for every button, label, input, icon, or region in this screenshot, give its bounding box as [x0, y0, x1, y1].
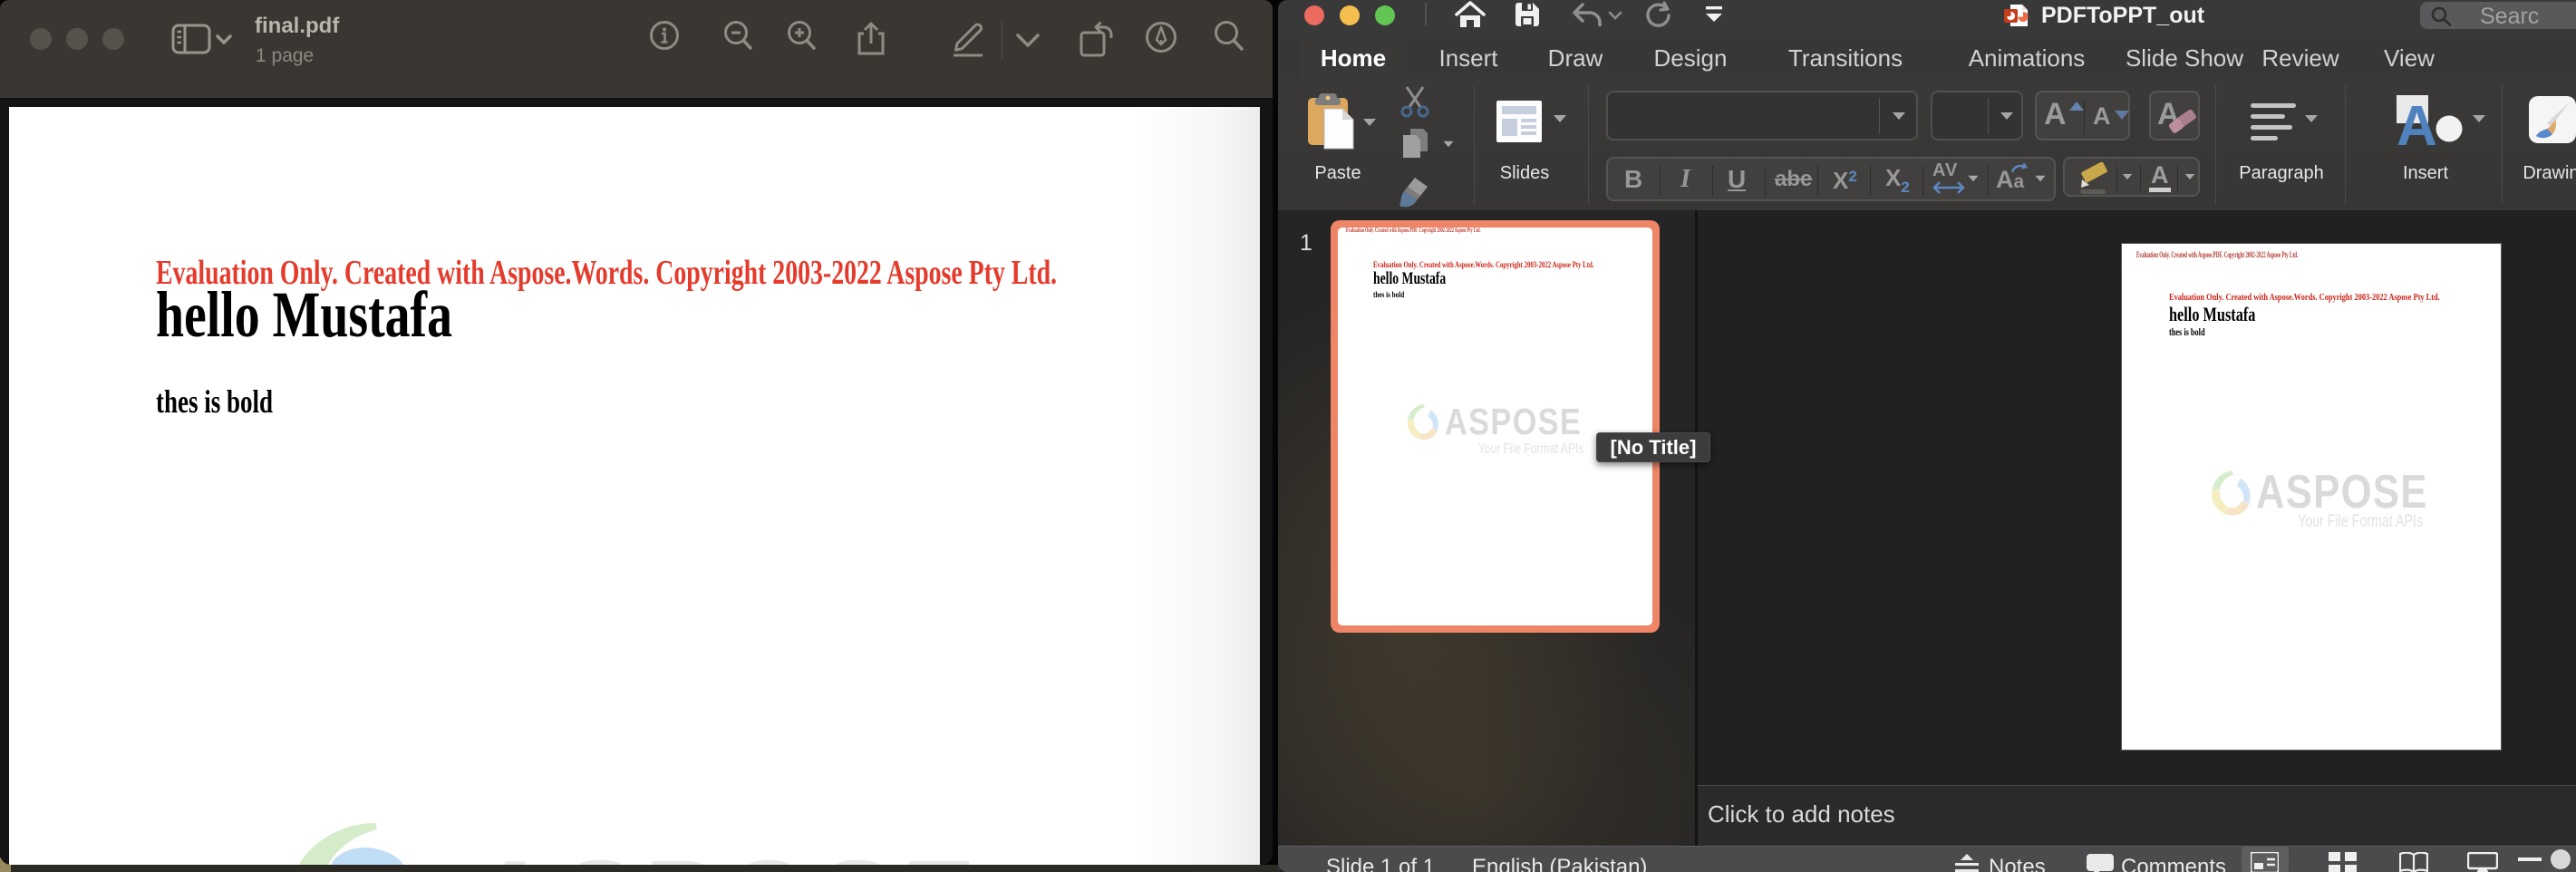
svg-text:A: A [2397, 95, 2437, 155]
